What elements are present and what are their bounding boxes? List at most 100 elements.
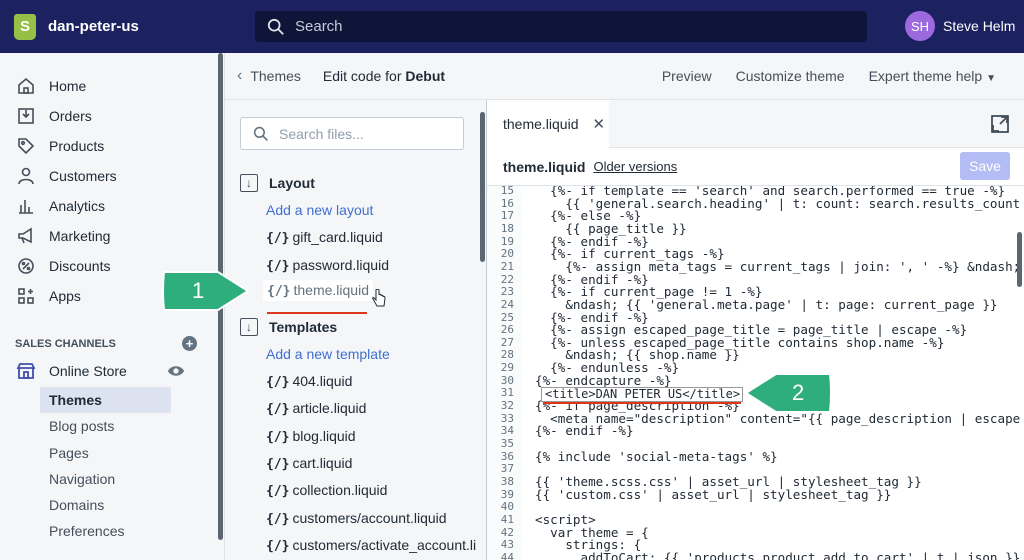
tab-theme-liquid[interactable]: theme.liquid ✕ [487, 100, 609, 148]
back-to-themes-link[interactable]: ‹ Themes [237, 67, 301, 85]
sidebar-item-home[interactable]: Home [0, 71, 224, 101]
online-store-label: Online Store [49, 363, 127, 379]
sidebar-item-label: Products [49, 138, 105, 154]
line-number: 30 [500, 373, 514, 387]
code-text: {{ 'custom.css' | asset_url | stylesheet… [535, 486, 892, 502]
expert-help-dropdown[interactable]: Expert theme help ▼ [869, 68, 996, 84]
sidebar-subitem-blog-posts[interactable]: Blog posts [40, 413, 171, 439]
code-line: 44 addToCart: {{ 'products.product.add_t… [487, 551, 1024, 560]
line-number: 39 [500, 487, 514, 501]
layout-section-heading[interactable]: ↓ Layout [240, 174, 315, 192]
file-item[interactable]: {/} collection.liquid [266, 482, 387, 499]
discount-icon [18, 258, 34, 274]
sidebar-item-customers[interactable]: Customers [0, 161, 224, 191]
file-list-scrollbar[interactable] [480, 112, 485, 262]
code-text: {{ page_title }} [535, 220, 687, 236]
file-name: 404.liquid [292, 373, 353, 389]
line-number: 31 [500, 386, 514, 400]
sidebar-item-products[interactable]: Products [0, 131, 224, 161]
line-number: 36 [500, 449, 514, 463]
file-item[interactable]: {/} password.liquid [266, 257, 389, 274]
line-number: 15 [500, 186, 514, 197]
file-browser: ↓ Layout Add a new layout {/}gift_card.l… [225, 100, 487, 560]
file-item[interactable]: {/} gift_card.liquid [266, 229, 383, 246]
editor-scrollbar[interactable] [1017, 232, 1022, 287]
templates-section-heading[interactable]: ↓ Templates [240, 318, 337, 336]
callout-arrow-icon [162, 271, 250, 311]
liquid-file-icon: {/} [266, 259, 290, 274]
liquid-file-icon: {/} [266, 457, 290, 472]
file-item[interactable]: {/} article.liquid [266, 400, 366, 417]
sidebar-subitem-navigation[interactable]: Navigation [40, 466, 171, 492]
bar-chart-icon [19, 200, 33, 214]
user-name: Steve Helm [943, 18, 1016, 34]
sidebar-item-label: Discounts [49, 258, 111, 274]
line-number: 19 [500, 234, 514, 248]
older-versions-link[interactable]: Older versions [593, 159, 677, 174]
code-text: {%- endif -%} [535, 423, 634, 439]
code-line: 34 {%- endif -%} [487, 424, 1024, 437]
editor-header: ‹ Themes Edit code for Debut Preview Cus… [225, 53, 1024, 100]
file-item[interactable]: {/} 404.liquid [266, 373, 352, 390]
file-item[interactable]: {/} customers/activate_account.li [266, 537, 476, 554]
line-number: 26 [500, 323, 514, 337]
file-item[interactable]: {/} customers/account.liquid [266, 510, 447, 527]
liquid-file-icon: {/} [266, 539, 290, 554]
line-number: 41 [500, 512, 514, 526]
hand-cursor-icon [372, 289, 386, 307]
home-icon [18, 77, 34, 94]
line-number: 37 [500, 462, 514, 476]
sales-channels-label: SALES CHANNELS [15, 337, 116, 350]
line-number: 38 [500, 474, 514, 488]
folder-download-icon: ↓ [240, 318, 258, 336]
file-item[interactable]: {/} blog.liquid [266, 428, 356, 445]
sidebar-subitem-preferences[interactable]: Preferences [40, 518, 171, 544]
add-channel-icon[interactable]: + [182, 336, 197, 351]
sidebar-subitem-domains[interactable]: Domains [40, 492, 171, 518]
line-number: 35 [500, 437, 514, 450]
eye-icon[interactable] [167, 364, 185, 378]
code-line: 36 {% include 'social-meta-tags' %} [487, 450, 1024, 463]
line-number: 18 [500, 221, 514, 235]
file-item-theme-liquid[interactable]: {/} theme.liquid [263, 280, 373, 301]
line-number: 21 [500, 259, 514, 273]
line-number: 23 [500, 285, 514, 299]
preview-link[interactable]: Preview [662, 68, 712, 84]
user-menu[interactable]: SH Steve Helm [905, 11, 1015, 41]
customize-theme-link[interactable]: Customize theme [736, 68, 845, 84]
code-editor: theme.liquid ✕ theme.liquid Older versio… [487, 100, 1024, 560]
file-search-input[interactable] [240, 117, 464, 150]
save-button[interactable]: Save [960, 152, 1010, 180]
highlighted-title-tag: <title>DAN PETER US</title> [541, 387, 743, 402]
file-name: customers/account.liquid [292, 510, 447, 526]
sidebar-item-marketing[interactable]: Marketing [0, 221, 224, 251]
sidebar-item-analytics[interactable]: Analytics [0, 191, 224, 221]
add-template-link[interactable]: Add a new template [266, 346, 390, 362]
sidebar-subitem-themes[interactable]: Themes [40, 387, 171, 414]
folder-download-icon: ↓ [240, 174, 258, 192]
liquid-file-icon: {/} [266, 402, 290, 417]
callout-1: 1 [160, 268, 252, 314]
liquid-file-icon: {/} [266, 231, 290, 246]
add-layout-link[interactable]: Add a new layout [266, 202, 373, 218]
sidebar-subitem-pages[interactable]: Pages [40, 440, 171, 466]
store-switcher[interactable]: dan-peter-us [0, 13, 240, 40]
sidebar-item-orders[interactable]: Orders [0, 101, 224, 131]
line-number: 42 [500, 525, 514, 539]
close-icon[interactable]: ✕ [593, 115, 606, 133]
line-number: 24 [500, 297, 514, 311]
sidebar-item-online-store[interactable]: Online Store [16, 361, 198, 381]
file-search-field[interactable] [279, 125, 449, 142]
sidebar-item-label: Marketing [49, 228, 111, 244]
file-item[interactable]: {/} cart.liquid [266, 455, 352, 472]
layout-heading: Layout [269, 175, 315, 191]
line-number: 17 [500, 209, 514, 223]
callout-arrow-icon [744, 373, 832, 413]
liquid-file-icon: {/} [266, 512, 290, 527]
code-line: 41 <script> [487, 513, 1024, 526]
global-search[interactable]: Search [255, 11, 867, 42]
search-icon [253, 126, 268, 141]
expand-icon[interactable] [990, 114, 1010, 134]
file-name: article.liquid [292, 400, 367, 416]
file-name: customers/activate_account.li [292, 537, 477, 553]
